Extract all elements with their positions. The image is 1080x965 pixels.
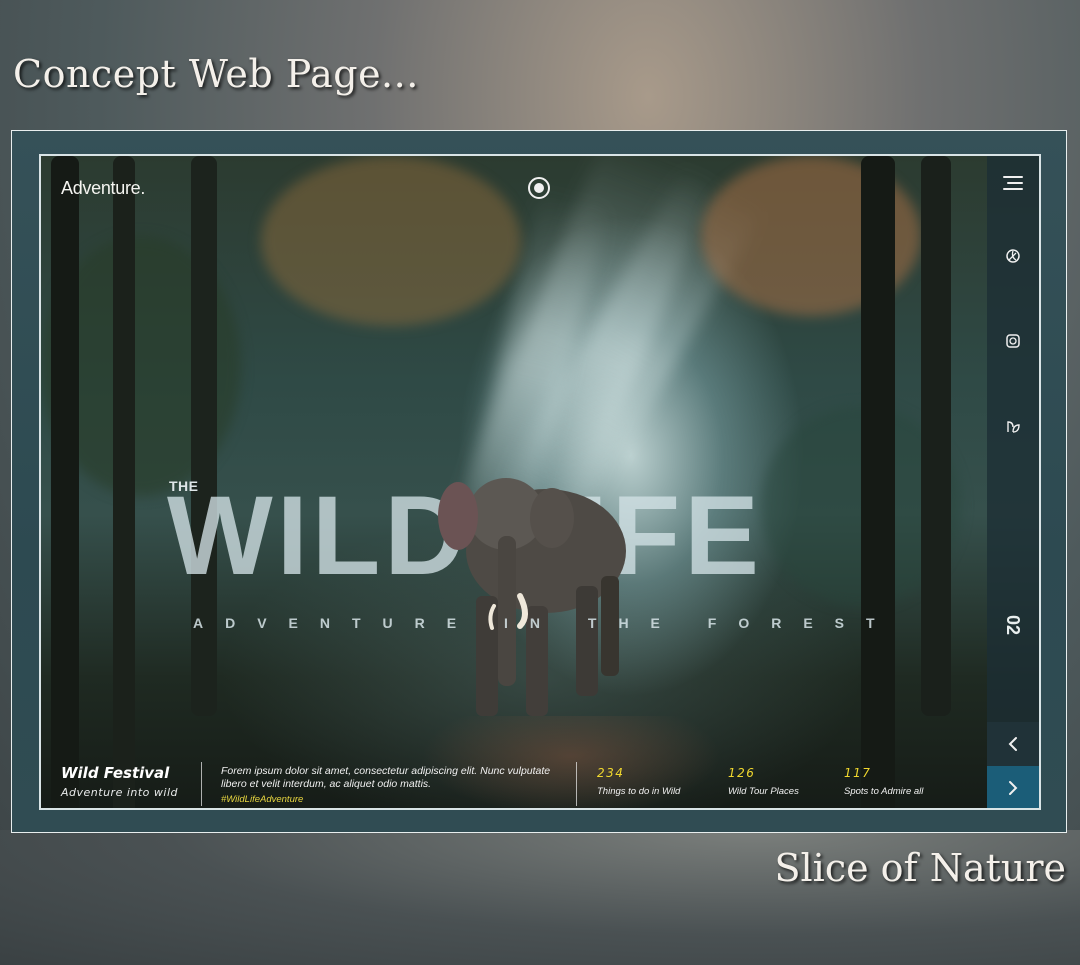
next-button[interactable] (987, 766, 1039, 808)
tree-trunk (191, 156, 217, 716)
stat-spots: 117 Spots to Admire all (844, 766, 923, 797)
record-icon[interactable] (528, 177, 550, 199)
festival-title[interactable]: Wild Festival (61, 764, 169, 782)
slide-number: 02 (1003, 614, 1024, 636)
previous-button[interactable] (987, 722, 1039, 766)
tree-trunk (861, 156, 895, 808)
tree-trunk (113, 156, 135, 808)
stat-value: 126 (728, 766, 756, 780)
foliage (261, 156, 521, 326)
web-page-mockup: Adventure. THE WILD LIFE ADVENTURE IN TH… (39, 154, 1041, 810)
stat-value: 117 (844, 766, 872, 780)
showcase-heading: Concept Web Page... (13, 52, 419, 96)
tree-trunk (921, 156, 951, 716)
stat-things-to-do: 234 Things to do in Wild (597, 766, 680, 797)
festival-description: Forem ipsum dolor sit amet, consectetur … (221, 765, 551, 790)
tree-trunk (51, 156, 79, 808)
elephant-illustration (438, 478, 626, 716)
hashtag-link[interactable]: #WildLifeAdventure (221, 794, 303, 805)
right-sidebar: 02 (987, 156, 1039, 808)
chevron-right-icon (1009, 781, 1018, 795)
stat-label: Spots to Admire all (844, 786, 924, 797)
leaf-icon[interactable] (987, 242, 1039, 270)
stat-label: Wild Tour Places (728, 786, 799, 797)
divider (576, 762, 577, 806)
bottom-info-bar: Wild Festival Adventure into wild Forem … (41, 754, 989, 808)
hero-subtitle: ADVENTURE IN THE FOREST (193, 615, 897, 631)
festival-subtitle: Adventure into wild (61, 786, 178, 799)
chevron-left-icon (1008, 737, 1017, 751)
brand-logo[interactable]: Adventure. (61, 178, 145, 199)
instagram-icon[interactable] (987, 327, 1039, 355)
plant-icon[interactable] (987, 412, 1039, 440)
menu-icon[interactable] (987, 169, 1039, 197)
divider (201, 762, 202, 806)
stat-value: 234 (597, 766, 625, 780)
stat-tour-places: 126 Wild Tour Places (728, 766, 799, 797)
showcase-caption: Slice of Nature (774, 846, 1066, 890)
stat-label: Things to do in Wild (597, 786, 681, 797)
